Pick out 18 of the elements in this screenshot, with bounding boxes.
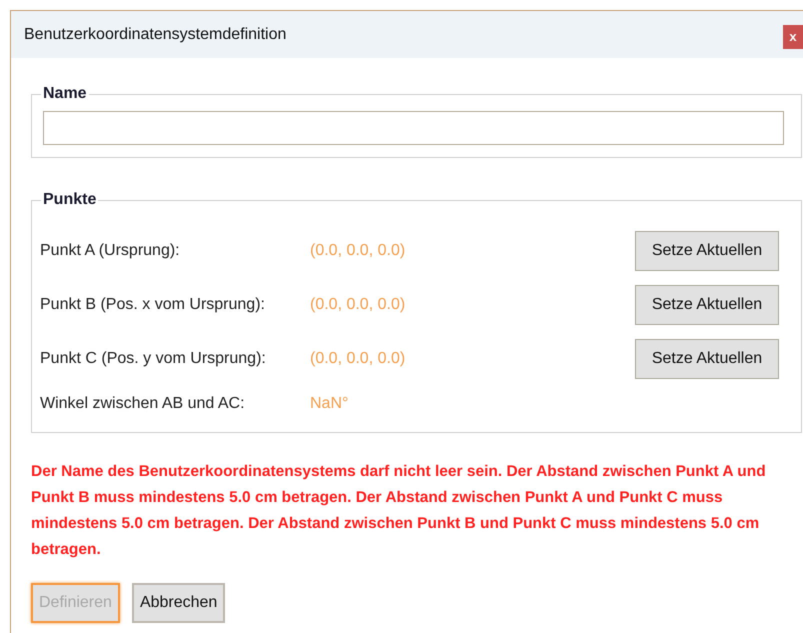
point-value: (0.0, 0.0, 0.0)	[310, 349, 406, 369]
name-field[interactable]	[43, 111, 784, 145]
point-value: (0.0, 0.0, 0.0)	[310, 241, 406, 261]
set-current-button[interactable]: Setze Aktuellen	[635, 231, 779, 271]
point-label: Winkel zwischen AB und AC:	[40, 394, 246, 414]
point-label: Punkt C (Pos. y vom Ursprung):	[40, 349, 267, 369]
point-value: (0.0, 0.0, 0.0)	[310, 295, 406, 315]
point-value: NaN°	[310, 394, 348, 414]
window-title: Benutzerkoordinatensystemdefinition	[24, 24, 286, 44]
set-current-button[interactable]: Setze Aktuellen	[635, 285, 779, 325]
error-message: Der Name des Benutzerkoordinatensystems darf nicht leer sein. Der Abstand zwischen Punkt A und Punkt B muss mindestens 5.0 cm betragen. Der Abstand zwischen Punkt A und Punkt C muss mindestens 5.0 cm betragen. Der Abstand zwischen Punkt B und Punkt C muss mindestens 5.0 cm betragen.	[31, 462, 767, 560]
set-current-button[interactable]: Setze Aktuellen	[635, 339, 779, 379]
group-label: Name	[42, 84, 88, 104]
point-label: Punkt B (Pos. x vom Ursprung):	[40, 295, 266, 315]
group-label: Punkte	[42, 190, 98, 210]
cancel-button[interactable]: Abbrechen	[132, 583, 226, 623]
point-label: Punkt A (Ursprung):	[40, 241, 181, 261]
close-button[interactable]: x	[783, 25, 803, 49]
